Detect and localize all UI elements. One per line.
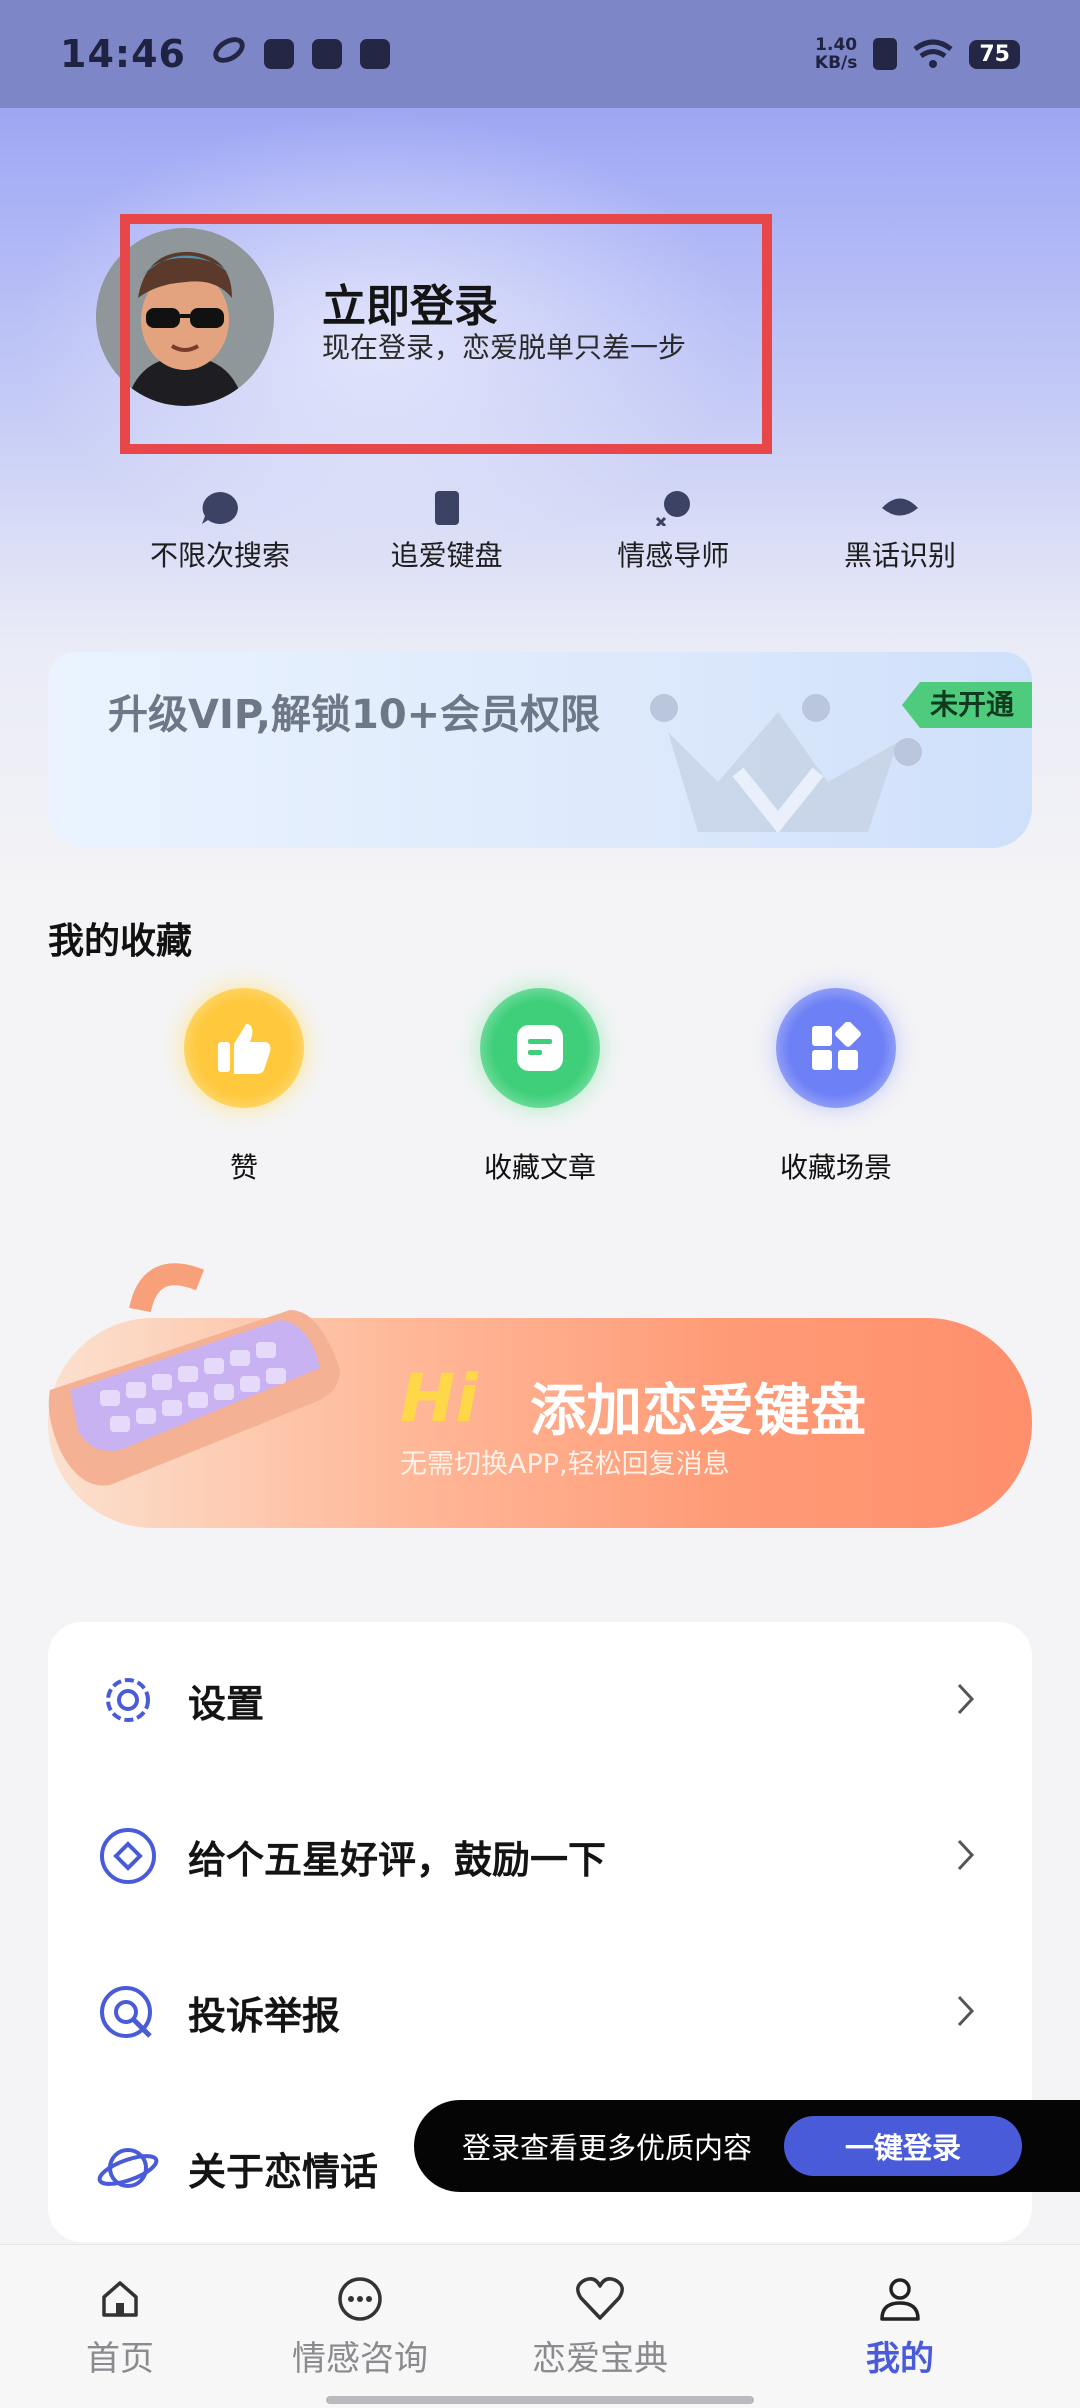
keyboard-banner-hi: Hi — [400, 1360, 478, 1437]
phone-icon — [434, 490, 460, 526]
favorite-label: 收藏场景 — [779, 1151, 892, 1184]
about-label: 关于恋情话 — [188, 2149, 379, 2194]
feature-love-keyboard[interactable]: 追爱键盘 — [347, 490, 547, 574]
feature-row: 不限次搜索 追爱键盘 情感导师 黑话识别 — [120, 490, 1000, 574]
battery-indicator: 75 — [969, 39, 1020, 69]
login-subtitle: 现在登录，恋爱脱单只差一步 — [322, 331, 687, 364]
message-icon — [263, 39, 294, 69]
gear-icon — [96, 1668, 160, 1732]
diamond-icon — [96, 1824, 160, 1888]
planet-icon — [96, 2136, 160, 2200]
feature-label: 黑话识别 — [843, 539, 956, 572]
keyboard-illustration — [48, 1263, 340, 1486]
rate-app-label: 给个五星好评，鼓励一下 — [188, 1837, 607, 1882]
settings-row[interactable]: 设置 — [48, 1640, 1032, 1760]
login-title[interactable]: 立即登录 — [322, 270, 498, 334]
heart-icon — [575, 2271, 625, 2327]
vip-status-badge: 未开通 — [901, 682, 1032, 728]
network-speed: 1.40 KB/s — [815, 36, 857, 72]
mentor-icon — [653, 490, 693, 526]
nav-love-guide[interactable]: 恋爱宝典 — [500, 2271, 700, 2380]
speech-bubble-icon — [200, 490, 240, 526]
report-label: 投诉举报 — [188, 1993, 341, 2038]
bottom-nav: 首页 情感咨询 恋爱宝典 我的 — [0, 2244, 1080, 2408]
network-speed-unit: KB/s — [814, 53, 858, 73]
nav-label: 我的 — [866, 2339, 934, 2379]
feature-label: 情感导师 — [617, 539, 730, 572]
profile-icon — [876, 2271, 924, 2327]
chat-icon — [336, 2271, 384, 2327]
notification-icons — [208, 31, 390, 69]
login-prompt-bar: 登录查看更多优质内容 一键登录 — [414, 2100, 1080, 2192]
chevron-right-icon — [957, 1839, 975, 1871]
crown-icon — [650, 694, 922, 834]
feature-emotion-mentor[interactable]: 情感导师 — [573, 490, 773, 574]
chevron-right-icon — [957, 1683, 975, 1715]
report-row[interactable]: 投诉举报 — [48, 1952, 1032, 2072]
feature-slang-recognition[interactable]: 黑话识别 — [800, 490, 1000, 574]
status-bar: 14:46 1.40 KB/s 75 — [0, 0, 1080, 108]
article-icon — [480, 988, 600, 1108]
feature-label: 不限次搜索 — [149, 539, 290, 572]
nav-consultation[interactable]: 情感咨询 — [260, 2271, 460, 2380]
report-icon — [96, 1980, 160, 2044]
status-right: 1.40 KB/s 75 — [815, 36, 1020, 72]
no-sim-icon — [873, 38, 898, 70]
eye-icon — [880, 490, 920, 526]
wifi-icon — [913, 39, 953, 68]
settings-label: 设置 — [188, 1681, 265, 1726]
nav-label: 情感咨询 — [292, 2339, 428, 2379]
status-time: 14:46 — [60, 32, 186, 76]
favorite-scenes[interactable]: 收藏场景 — [736, 988, 936, 1186]
chevron-right-icon — [957, 1995, 975, 2027]
home-icon — [98, 2271, 142, 2327]
nav-mine[interactable]: 我的 — [800, 2271, 1000, 2380]
nav-label: 恋爱宝典 — [532, 2339, 668, 2379]
keyboard-banner-subtitle: 无需切换APP,轻松回复消息 — [400, 1449, 730, 1480]
favorite-articles[interactable]: 收藏文章 — [440, 988, 640, 1186]
favorites-title: 我的收藏 — [48, 921, 193, 962]
keyboard-banner-title: 添加恋爱键盘 — [530, 1379, 866, 1444]
rate-app-row[interactable]: 给个五星好评，鼓励一下 — [48, 1796, 1032, 1916]
star-notification-icon — [359, 39, 390, 69]
favorite-likes[interactable]: 赞 — [144, 988, 344, 1186]
vip-upgrade-card[interactable]: 升级VIP,解锁10+会员权限 未开通 — [48, 652, 1032, 848]
link-icon — [208, 31, 250, 69]
feature-label: 追爱键盘 — [390, 539, 503, 572]
one-click-login-button[interactable]: 一键登录 — [784, 2116, 1023, 2176]
login-prompt-text: 登录查看更多优质内容 — [462, 2131, 753, 2165]
feature-unlimited-search[interactable]: 不限次搜索 — [120, 490, 320, 574]
network-speed-value: 1.40 — [815, 35, 858, 55]
inbox-icon — [311, 39, 342, 69]
vip-text: 升级VIP,解锁10+会员权限 — [108, 692, 601, 738]
home-indicator — [326, 2396, 754, 2404]
nav-home[interactable]: 首页 — [20, 2271, 220, 2380]
favorite-label: 赞 — [229, 1151, 258, 1184]
grid-icon — [776, 988, 896, 1108]
favorite-label: 收藏文章 — [483, 1151, 596, 1184]
thumbs-up-icon — [184, 988, 304, 1108]
nav-label: 首页 — [86, 2339, 154, 2379]
